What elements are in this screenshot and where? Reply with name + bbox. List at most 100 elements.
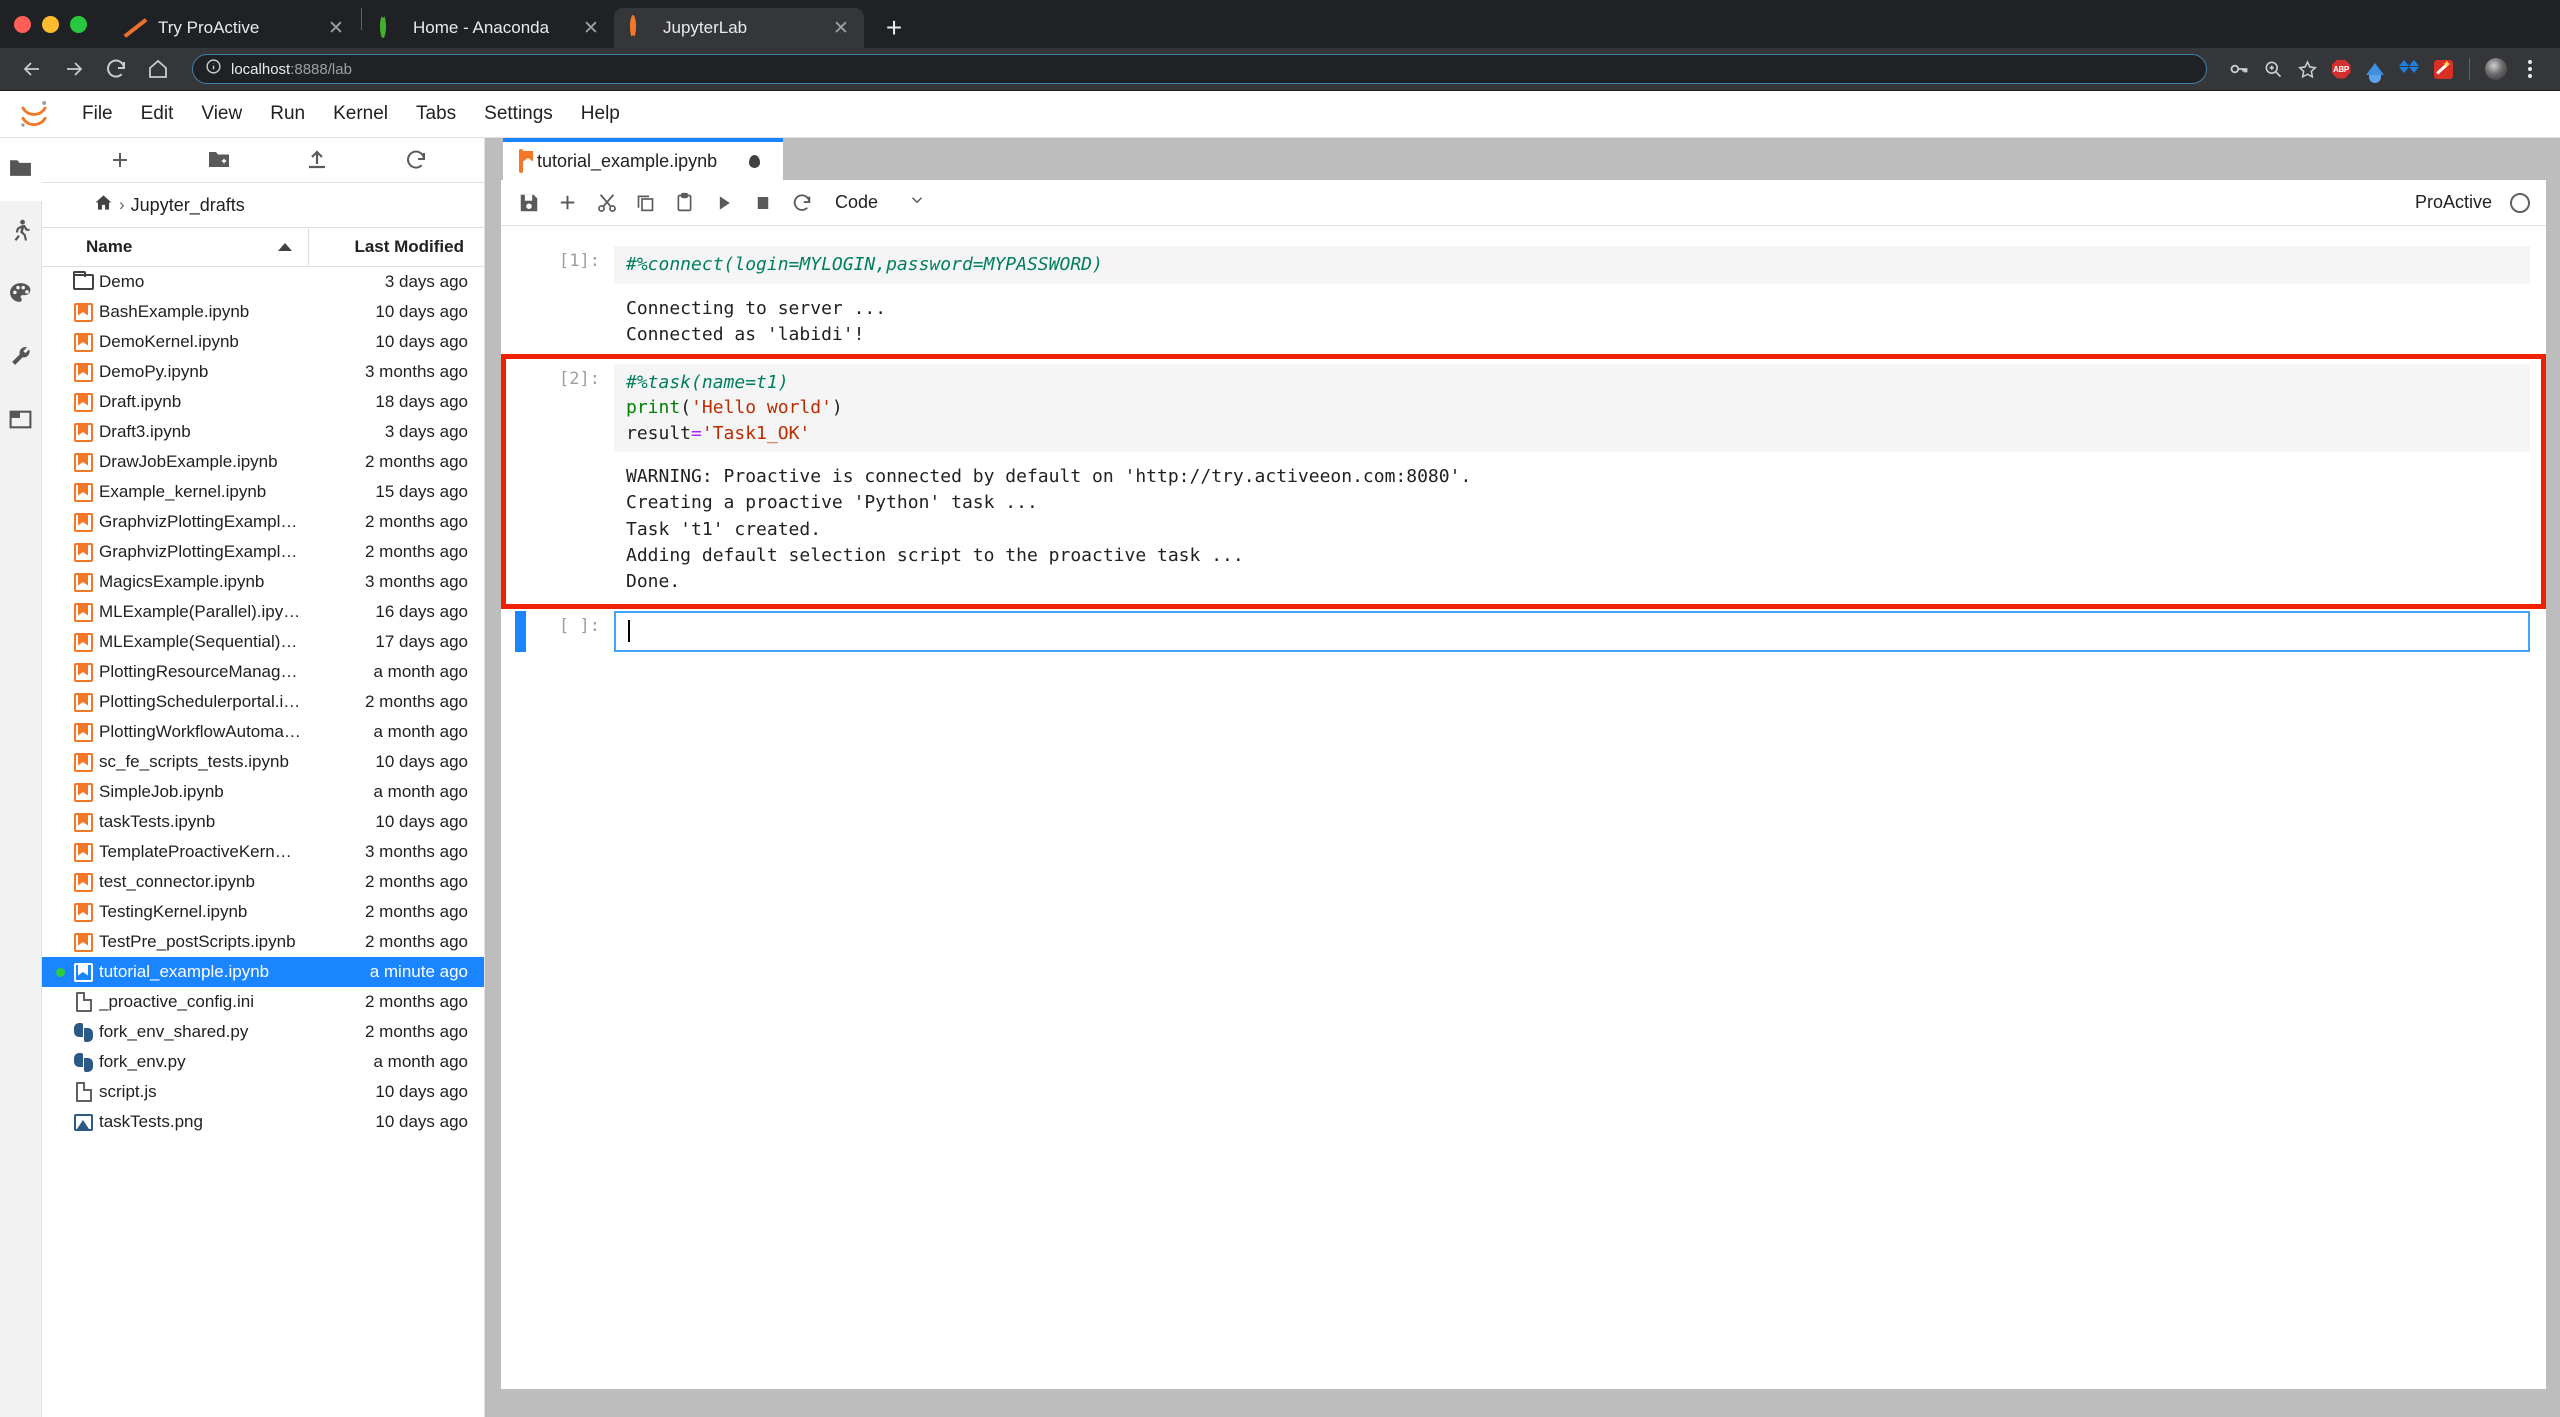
profile-avatar[interactable] — [2480, 53, 2512, 85]
home-icon[interactable] — [94, 193, 113, 217]
file-list-item[interactable]: sc_fe_scripts_tests.ipynb 10 days ago — [42, 747, 484, 777]
kernel-status-idle-icon[interactable] — [2510, 192, 2530, 213]
file-list[interactable]: Demo 3 days ago BashExample.ipynb 10 days a… — [42, 267, 484, 1417]
file-list-item[interactable]: Draft.ipynb 18 days ago — [42, 387, 484, 417]
menu-view[interactable]: View — [187, 98, 256, 130]
upload-icon[interactable] — [287, 140, 348, 180]
notebook-cell[interactable]: [ ]: — [501, 605, 2546, 659]
maximize-window-button[interactable] — [70, 15, 87, 33]
menu-edit[interactable]: Edit — [127, 98, 188, 130]
key-icon[interactable] — [2223, 53, 2255, 85]
menu-run[interactable]: Run — [256, 98, 319, 130]
jupyterlab-workspace: › Jupyter_drafts Name Last Modified Demo… — [0, 138, 2560, 1417]
insert-cell-icon[interactable] — [548, 183, 587, 222]
cell-editor[interactable]: #%task(name=t1) print('Hello world') res… — [614, 363, 2530, 453]
scissors-icon[interactable] — [587, 183, 626, 222]
panel-splitter[interactable] — [485, 138, 501, 1417]
file-list-item[interactable]: TemplateProactiveKernel.ipy… 3 months ago — [42, 837, 484, 867]
file-list-item[interactable]: Example_kernel.ipynb 15 days ago — [42, 477, 484, 507]
file-list-item[interactable]: taskTests.ipynb 10 days ago — [42, 807, 484, 837]
adblock-plus-icon[interactable]: ABP — [2325, 53, 2357, 85]
new-folder-icon[interactable] — [189, 140, 250, 180]
file-list-item[interactable]: GraphvizPlottingExample2.ip… 2 months ago — [42, 537, 484, 567]
file-list-item[interactable]: taskTests.png 10 days ago — [42, 1107, 484, 1137]
file-list-item[interactable]: Demo 3 days ago — [42, 267, 484, 297]
breadcrumb-path[interactable]: Jupyter_drafts — [131, 195, 245, 216]
sidebar-item-open-tabs[interactable] — [0, 390, 42, 453]
close-icon[interactable]: ✕ — [830, 19, 852, 38]
file-list-item[interactable]: PlottingWorkflowAutomation.… a month ago — [42, 717, 484, 747]
new-tab-button[interactable]: + — [874, 8, 914, 48]
home-icon[interactable] — [140, 51, 176, 87]
notebook-cells-area[interactable]: [1]: #%connect(login=MYLOGIN,password=MY… — [501, 226, 2546, 1389]
save-icon[interactable] — [509, 183, 548, 222]
menu-tabs[interactable]: Tabs — [402, 98, 470, 130]
play-icon[interactable] — [704, 183, 743, 222]
cell-editor[interactable] — [614, 610, 2530, 653]
back-icon[interactable] — [14, 51, 50, 87]
file-list-item[interactable]: MagicsExample.ipynb 3 months ago — [42, 567, 484, 597]
file-list-item[interactable]: tutorial_example.ipynb a minute ago — [42, 957, 484, 987]
menu-kernel[interactable]: Kernel — [319, 98, 402, 130]
close-icon[interactable]: ✕ — [325, 19, 347, 38]
minimize-window-button[interactable] — [42, 15, 59, 33]
file-list-item[interactable]: GraphvizPlottingExample.ipy… 2 months ago — [42, 507, 484, 537]
dropbox-icon[interactable] — [2393, 53, 2425, 85]
file-list-item[interactable]: BashExample.ipynb 10 days ago — [42, 297, 484, 327]
menu-file[interactable]: File — [68, 98, 127, 130]
reload-icon[interactable] — [98, 51, 134, 87]
refresh-icon[interactable] — [386, 140, 447, 180]
file-list-item[interactable]: TestingKernel.ipynb 2 months ago — [42, 897, 484, 927]
browser-tab-jupyterlab[interactable]: JupyterLab ✕ — [614, 8, 864, 48]
file-list-item[interactable]: MLExample(Parallel).ipynb 16 days ago — [42, 597, 484, 627]
sidebar-item-commands[interactable] — [0, 264, 42, 327]
file-list-item[interactable]: DrawJobExample.ipynb 2 months ago — [42, 447, 484, 477]
file-list-item[interactable]: test_connector.ipynb 2 months ago — [42, 867, 484, 897]
notebook-cell[interactable]: [1]: #%connect(login=MYLOGIN,password=MY… — [501, 240, 2546, 358]
menu-settings[interactable]: Settings — [470, 98, 567, 130]
close-icon[interactable]: ✕ — [580, 19, 602, 38]
blue-arrow-icon[interactable] — [2359, 53, 2391, 85]
column-header-last-modified[interactable]: Last Modified — [309, 237, 484, 257]
file-list-item[interactable]: DemoKernel.ipynb 10 days ago — [42, 327, 484, 357]
plus-icon[interactable] — [90, 140, 151, 180]
browser-tab-try-proactive[interactable]: Try ProActive ✕ — [109, 8, 359, 48]
cell-editor[interactable]: #%connect(login=MYLOGIN,password=MYPASSW… — [614, 246, 2530, 284]
close-window-button[interactable] — [14, 15, 31, 33]
sidebar-item-running-sessions[interactable] — [0, 201, 42, 264]
sidebar-item-file-browser[interactable] — [0, 138, 42, 201]
address-bar[interactable]: localhost:8888/lab — [192, 54, 2207, 84]
restart-icon[interactable] — [782, 183, 821, 222]
stop-icon[interactable] — [743, 183, 782, 222]
clipboard-icon[interactable] — [665, 183, 704, 222]
file-list-item[interactable]: script.js 10 days ago — [42, 1077, 484, 1107]
zoom-icon[interactable] — [2257, 53, 2289, 85]
file-list-item[interactable]: SimpleJob.ipynb a month ago — [42, 777, 484, 807]
file-list-item[interactable]: DemoPy.ipynb 3 months ago — [42, 357, 484, 387]
file-list-item[interactable]: fork_env.py a month ago — [42, 1047, 484, 1077]
file-list-item[interactable]: Draft3.ipynb 3 days ago — [42, 417, 484, 447]
copy-icon[interactable] — [626, 183, 665, 222]
sidebar-item-property-inspector[interactable] — [0, 327, 42, 390]
file-list-item[interactable]: fork_env_shared.py 2 months ago — [42, 1017, 484, 1047]
magic-wand-icon[interactable] — [2427, 53, 2459, 85]
column-header-name[interactable]: Name — [42, 228, 309, 266]
file-list-item[interactable]: PlottingSchedulerportal.ipynb 2 months ag… — [42, 687, 484, 717]
file-name: TestPre_postScripts.ipynb — [99, 932, 296, 951]
file-list-item[interactable]: MLExample(Sequential).ipynb 17 days ago — [42, 627, 484, 657]
browser-tab-anaconda[interactable]: Home - Anaconda ✕ — [364, 8, 614, 48]
site-info-icon[interactable] — [205, 58, 222, 80]
notebook-cell[interactable]: [2]: #%task(name=t1) print('Hello world'… — [501, 358, 2546, 605]
unsaved-changes-indicator[interactable] — [749, 154, 761, 168]
forward-icon[interactable] — [56, 51, 92, 87]
menu-help[interactable]: Help — [567, 98, 634, 130]
kebab-menu-icon[interactable] — [2514, 53, 2546, 85]
file-name: TemplateProactiveKernel.ipy… — [99, 842, 309, 861]
cell-type-dropdown[interactable]: Code — [835, 191, 926, 214]
kernel-name[interactable]: ProActive — [2415, 192, 2492, 213]
file-list-item[interactable]: PlottingResourceManager.ip… a month ago — [42, 657, 484, 687]
file-list-item[interactable]: TestPre_postScripts.ipynb 2 months ago — [42, 927, 484, 957]
file-list-item[interactable]: _proactive_config.ini 2 months ago — [42, 987, 484, 1017]
notebook-tab-tutorial-example[interactable]: tutorial_example.ipynb — [503, 138, 783, 180]
bookmark-star-icon[interactable] — [2291, 53, 2323, 85]
